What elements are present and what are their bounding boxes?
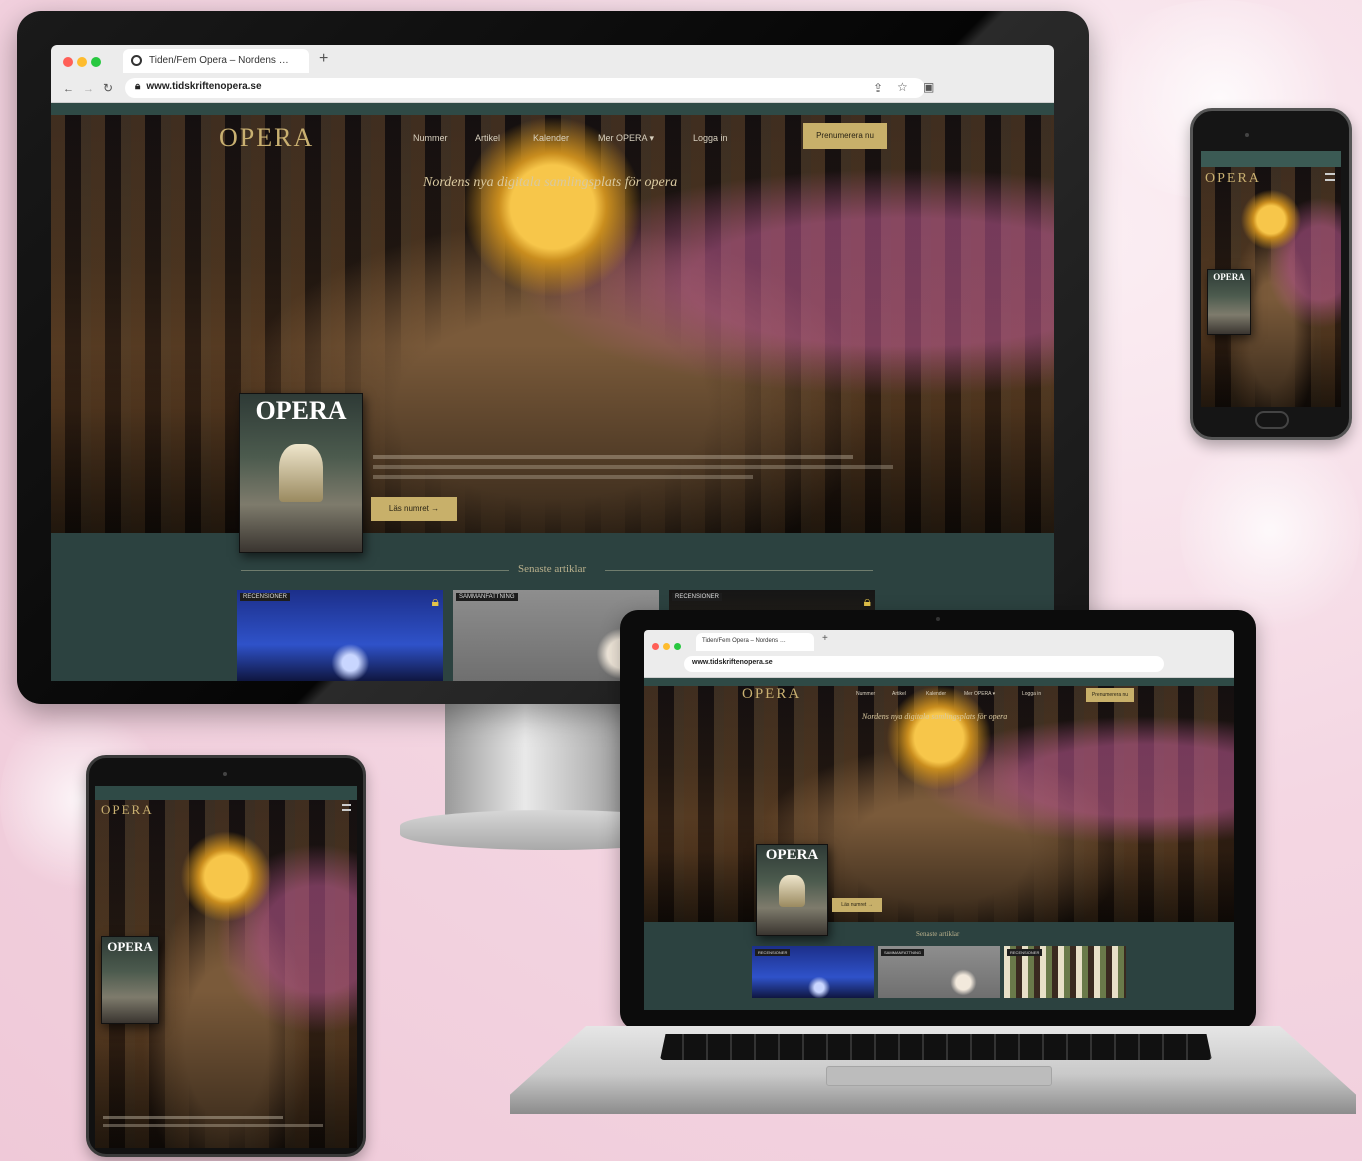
magazine-cover[interactable]: OPERA [239,393,363,553]
secure-lock-icon: 🔒︎ [135,81,141,92]
article-card[interactable]: RECENSIONER 🔒︎ [237,590,443,681]
article-card[interactable]: RECENSIONER [1004,946,1126,998]
tablet-website: OPERA OPERA [95,786,357,1148]
nav-link-logga-in[interactable]: Logga in [693,133,728,143]
nav-link-logga-in[interactable]: Logga in [1022,691,1041,697]
star-icon[interactable]: ☆ [897,80,908,94]
latest-articles-title: Senaste artiklar [916,930,960,938]
background-blossom [1180,420,1360,640]
laptop-camera [936,617,940,621]
minimize-window-button[interactable] [77,57,87,67]
latest-articles-title: Senaste artiklar [518,563,587,575]
window-controls [652,637,685,655]
article-card[interactable]: SAMMANFATTNING [878,946,1000,998]
maximize-window-button[interactable] [91,57,101,67]
cover-title: OPERA [765,847,819,863]
close-window-button[interactable] [652,643,659,650]
subscribe-button[interactable]: Prenumerera nu [803,123,887,149]
tablet: OPERA OPERA [86,755,366,1157]
browser-toolbar: Tiden/Fem Opera – Nordens … + ← → ↻ 🔒︎ ww… [51,45,1054,103]
monitor-stand [445,700,645,820]
site-tagline: Nordens nya digitala samlingsplats för o… [423,175,678,190]
maximize-window-button[interactable] [674,643,681,650]
back-icon[interactable]: ← [63,83,74,95]
cover-title: OPERA [255,396,347,425]
article-category-badge: SAMMANFATTNING [881,949,925,956]
minimize-window-button[interactable] [663,643,670,650]
site-logo[interactable]: OPERA [101,802,154,818]
phone-camera [1245,133,1249,137]
nav-link-mer-opera[interactable]: Mer OPERA ▾ [964,691,995,697]
laptop-keyboard [660,1034,1212,1060]
tablet-camera [223,772,227,776]
nav-link-nummer[interactable]: Nummer [856,691,875,697]
article-category-badge: RECENSIONER [240,593,291,601]
section-divider [241,570,509,571]
cover-figure [279,444,323,502]
close-window-button[interactable] [63,57,73,67]
nav-link-kalender[interactable]: Kalender [926,691,946,697]
desktop-website: OPERA Nummer Artikel Kalender Mer OPERA … [51,103,1054,681]
window-controls [63,54,105,72]
read-issue-button[interactable]: Läs numret → [832,898,882,912]
hamburger-icon[interactable] [1325,173,1335,181]
article-category-badge: RECENSIONER [755,949,791,956]
article-category-badge: RECENSIONER [672,593,723,601]
desktop-monitor: Tiden/Fem Opera – Nordens … + ← → ↻ 🔒︎ ww… [17,11,1089,704]
browser-tab[interactable]: Tiden/Fem Opera – Nordens … [123,49,309,73]
phone-home-button[interactable] [1255,411,1289,429]
site-tagline: Nordens nya digitala samlingsplats för o… [862,712,1008,721]
sidebar-icon[interactable]: ▣ [923,80,934,94]
hero-image [644,686,1234,922]
browser-toolbar: Tiden/Fem Opera – Nordens … + www.tidskr… [644,630,1234,678]
magazine-cover[interactable]: OPERA [756,844,828,936]
tab-title: Tiden/Fem Opera – Nordens … [702,638,786,644]
address-bar[interactable]: 🔒︎ www.tidskriftenopera.se [125,78,925,98]
section-divider [605,570,873,571]
site-logo[interactable]: OPERA [1205,171,1261,187]
magazine-cover[interactable]: OPERA [101,936,159,1024]
new-tab-button[interactable]: + [319,50,328,68]
tab-favicon-icon [131,55,142,66]
forward-icon[interactable]: → [83,83,94,95]
reload-icon[interactable]: ↻ [103,81,113,95]
new-tab-button[interactable]: + [822,633,828,644]
article-category-badge: SAMMANFATTNING [456,593,518,601]
nav-link-kalender[interactable]: Kalender [533,133,569,143]
cover-figure [779,875,805,907]
nav-link-nummer[interactable]: Nummer [413,133,448,143]
subscribe-button[interactable]: Prenumerera nu [1086,688,1134,702]
article-category-badge: RECENSIONER [1007,949,1043,956]
site-logo[interactable]: OPERA [742,686,801,703]
read-issue-button[interactable]: Läs numret → [371,497,457,521]
laptop: Tiden/Fem Opera – Nordens … + www.tidskr… [620,610,1256,1030]
cover-title: OPERA [1213,272,1245,282]
hamburger-icon[interactable] [342,804,351,811]
url-text: www.tidskriftenopera.se [146,81,262,92]
cover-title: OPERA [107,939,153,954]
site-logo[interactable]: OPERA [219,123,314,153]
article-card[interactable]: RECENSIONER [752,946,874,998]
magazine-cover[interactable]: OPERA [1207,269,1251,335]
smartphone: OPERA OPERA [1190,108,1352,440]
nav-link-artikel[interactable]: Artikel [892,691,906,697]
url-text: www.tidskriftenopera.se [692,659,773,666]
lock-icon: 🔒︎ [431,593,439,609]
nav-link-mer-opera[interactable]: Mer OPERA ▾ [598,133,654,144]
browser-tab[interactable]: Tiden/Fem Opera – Nordens … [696,633,814,651]
mobile-website: OPERA OPERA [1201,151,1341,407]
nav-link-artikel[interactable]: Artikel [475,133,500,143]
address-bar[interactable]: www.tidskriftenopera.se [684,656,1164,672]
share-icon[interactable]: ⇪ [873,81,883,95]
laptop-trackpad [826,1066,1052,1086]
laptop-website: OPERA Nummer Artikel Kalender Mer OPERA … [644,678,1234,1010]
lock-icon: 🔒︎ [863,593,871,609]
tab-title: Tiden/Fem Opera – Nordens … [149,55,289,66]
